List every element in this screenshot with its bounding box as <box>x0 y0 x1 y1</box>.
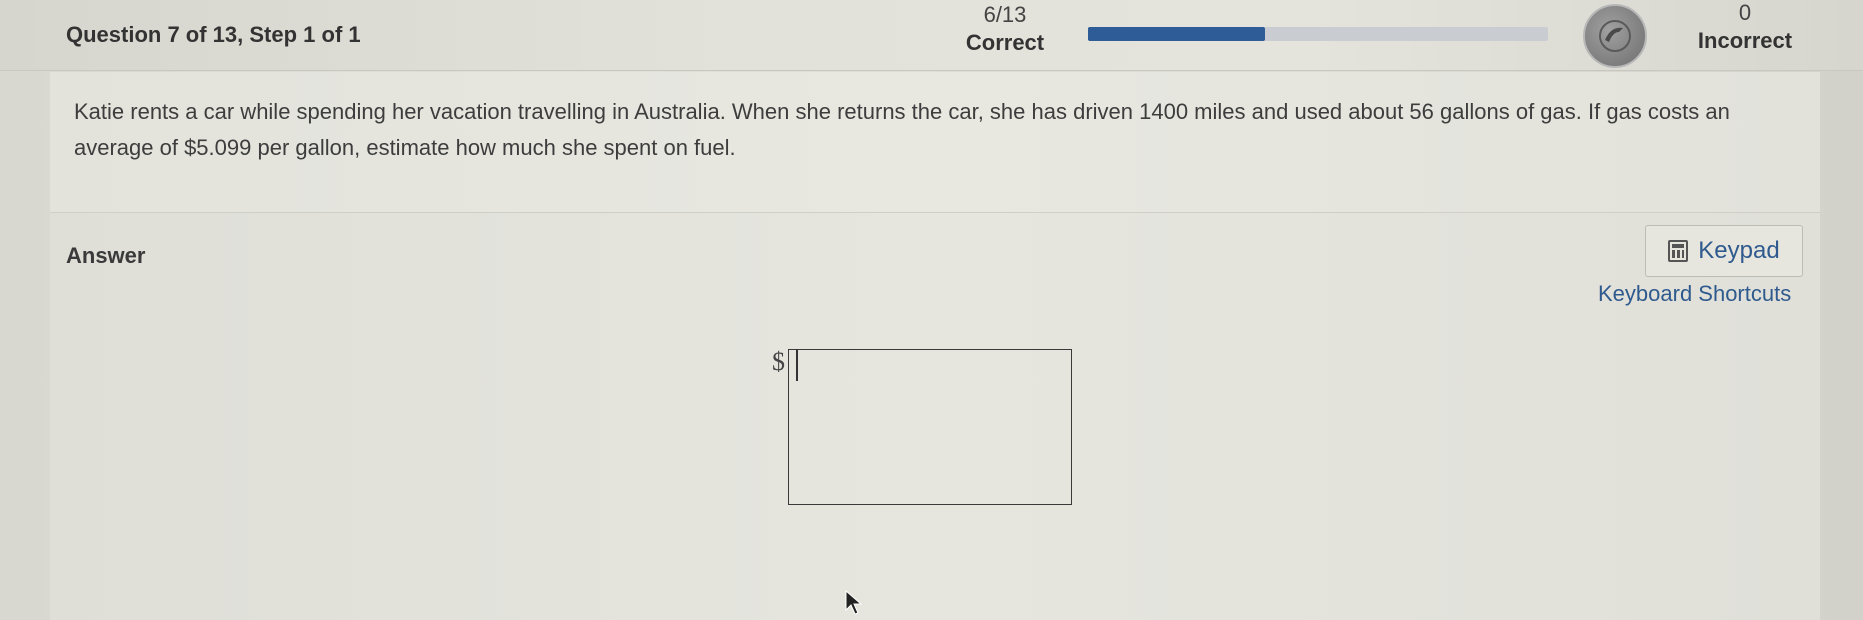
dollar-prefix: $ <box>772 347 785 376</box>
correct-count: 6/13 <box>983 2 1027 27</box>
header-bar: Question 7 of 13, Step 1 of 1 6/13 Corre… <box>0 0 1863 71</box>
progress-fill <box>1088 27 1266 41</box>
progress-bar <box>1088 27 1548 41</box>
mouse-pointer-icon <box>845 590 863 615</box>
text-caret <box>796 349 798 381</box>
keyboard-shortcuts-link[interactable]: Keyboard Shortcuts <box>1598 281 1791 307</box>
keypad-button[interactable]: Keypad <box>1645 225 1803 277</box>
question-panel: Katie rents a car while spending her vac… <box>50 72 1820 213</box>
correct-label: Correct <box>965 30 1045 55</box>
answer-input[interactable] <box>788 349 1072 505</box>
correct-score: 6/13 Correct <box>955 2 1055 56</box>
question-text: Katie rents a car while spending her vac… <box>74 99 1730 160</box>
incorrect-score: 0 Incorrect <box>1680 0 1810 54</box>
calculator-icon <box>1668 240 1689 262</box>
incorrect-label: Incorrect <box>1697 28 1793 53</box>
answer-label: Answer <box>66 243 146 268</box>
answer-panel: Answer Keypad Keyboard Shortcuts $ <box>50 213 1820 620</box>
page: Question 7 of 13, Step 1 of 1 6/13 Corre… <box>0 0 1863 620</box>
badge-graphic <box>1599 20 1631 52</box>
question-title: Question 7 of 13, Step 1 of 1 <box>66 22 361 47</box>
streak-badge-icon <box>1583 4 1647 68</box>
incorrect-count: 0 <box>1738 0 1752 25</box>
keypad-label: Keypad <box>1698 237 1780 264</box>
